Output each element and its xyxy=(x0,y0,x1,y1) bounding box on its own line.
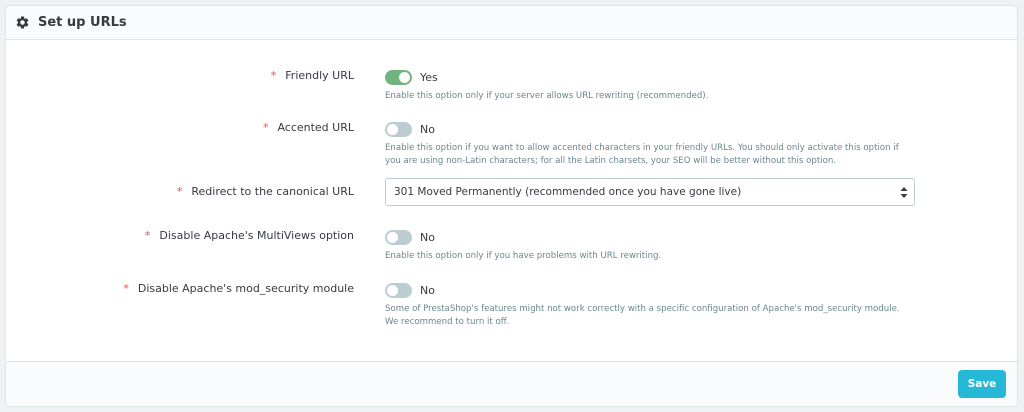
required-marker: * xyxy=(144,229,151,242)
accented-url-control: No Enable this option if you want to all… xyxy=(385,120,915,168)
multiviews-label: * Disable Apache's MultiViews option xyxy=(144,229,354,242)
multiviews-control: No Enable this option only if you have p… xyxy=(385,228,915,263)
required-marker: * xyxy=(270,69,277,82)
gear-icon xyxy=(15,15,30,30)
friendly-url-control: Yes Enable this option only if your serv… xyxy=(385,68,915,103)
toggle-knob xyxy=(387,123,398,135)
save-button[interactable]: Save xyxy=(958,370,1006,398)
accented-url-label: * Accented URL xyxy=(262,121,354,134)
toggle-knob xyxy=(387,284,398,296)
panel-title: Set up URLs xyxy=(38,15,127,30)
multiviews-toggle[interactable] xyxy=(385,229,412,245)
select-caret-icon xyxy=(900,187,908,198)
required-marker: * xyxy=(262,121,269,134)
mod-security-value: No xyxy=(420,283,435,297)
friendly-url-label: * Friendly URL xyxy=(270,69,354,82)
panel-header: Set up URLs xyxy=(6,6,1017,40)
multiviews-value: No xyxy=(420,230,435,244)
accented-url-value: No xyxy=(420,122,435,136)
canonical-redirect-label: * Redirect to the canonical URL xyxy=(176,185,354,198)
friendly-url-value: Yes xyxy=(420,70,438,84)
panel-footer: Save xyxy=(6,361,1017,406)
friendly-url-help: Enable this option only if your server a… xyxy=(385,91,709,101)
mod-security-help: Some of PrestaShop's features might not … xyxy=(385,304,900,327)
toggle-knob xyxy=(399,71,410,83)
multiviews-help: Enable this option only if you have prob… xyxy=(385,251,662,261)
friendly-url-toggle[interactable] xyxy=(385,69,412,85)
toggle-knob xyxy=(387,231,398,243)
mod-security-label: * Disable Apache's mod_security module xyxy=(123,282,354,295)
accented-url-help: Enable this option if you want to allow … xyxy=(385,143,899,166)
required-marker: * xyxy=(176,185,183,198)
canonical-redirect-selected: 301 Moved Permanently (recommended once … xyxy=(394,186,742,198)
mod-security-toggle[interactable] xyxy=(385,282,412,298)
accented-url-toggle[interactable] xyxy=(385,121,412,137)
mod-security-control: No Some of PrestaShop's features might n… xyxy=(385,281,915,329)
canonical-redirect-select[interactable]: 301 Moved Permanently (recommended once … xyxy=(385,178,915,206)
set-up-urls-panel: Set up URLs * Friendly URL Yes Enable thi… xyxy=(5,5,1018,407)
required-marker: * xyxy=(123,282,129,295)
